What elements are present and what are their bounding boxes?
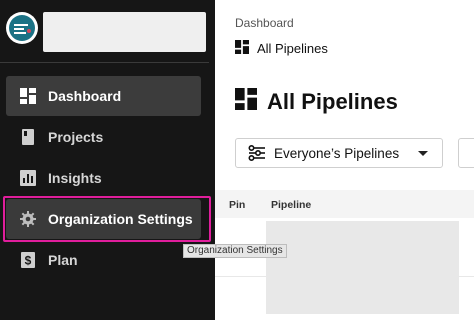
sidebar-item-dashboard[interactable]: Dashboard	[6, 76, 201, 116]
sidebar-item-label: Insights	[48, 170, 102, 186]
filter-label: Everyone’s Pipelines	[274, 145, 400, 161]
dollar-icon: $	[20, 252, 36, 268]
sidebar-item-organization-settings[interactable]: Organization Settings	[6, 199, 201, 239]
main-content: Dashboard All Pipelines All Pipelines Ev…	[215, 0, 474, 320]
secondary-button[interactable]	[458, 138, 474, 168]
column-header-pin[interactable]: Pin	[229, 199, 245, 211]
chevron-down-icon	[418, 150, 428, 156]
svg-text:$: $	[25, 254, 32, 268]
sidebar: Dashboard Projects Insights Organization…	[0, 0, 215, 320]
dashboard-icon	[235, 88, 257, 116]
gear-icon	[20, 211, 36, 227]
sidebar-item-label: Plan	[48, 252, 78, 268]
sidebar-item-plan[interactable]: $ Plan	[6, 240, 201, 280]
projects-icon	[20, 129, 36, 145]
sidebar-item-label: Projects	[48, 129, 104, 145]
dashboard-icon	[20, 88, 36, 104]
sidebar-item-projects[interactable]: Projects	[6, 117, 201, 157]
column-header-pipeline[interactable]: Pipeline	[271, 199, 311, 211]
insights-icon	[20, 170, 36, 186]
logo-icon	[9, 15, 35, 41]
pipeline-filter-dropdown[interactable]: Everyone’s Pipelines	[235, 138, 443, 168]
org-name-placeholder[interactable]	[43, 12, 206, 52]
tooltip: Organization Settings	[183, 244, 287, 258]
title-text: All Pipelines	[267, 89, 398, 114]
sidebar-item-label: Dashboard	[48, 88, 122, 104]
loading-placeholder	[266, 221, 459, 314]
dashboard-icon	[235, 40, 249, 57]
org-logo[interactable]	[6, 12, 38, 44]
subtitle-text: All Pipelines	[257, 41, 328, 56]
page-title: All Pipelines	[235, 88, 398, 116]
sidebar-item-insights[interactable]: Insights	[6, 158, 201, 198]
sidebar-item-label: Organization Settings	[48, 211, 193, 227]
page-subtitle: All Pipelines	[235, 40, 328, 57]
sidebar-divider	[0, 62, 209, 63]
table-header: Pin Pipeline	[215, 190, 474, 218]
breadcrumb[interactable]: Dashboard	[235, 16, 294, 30]
filter-icon	[248, 145, 266, 161]
